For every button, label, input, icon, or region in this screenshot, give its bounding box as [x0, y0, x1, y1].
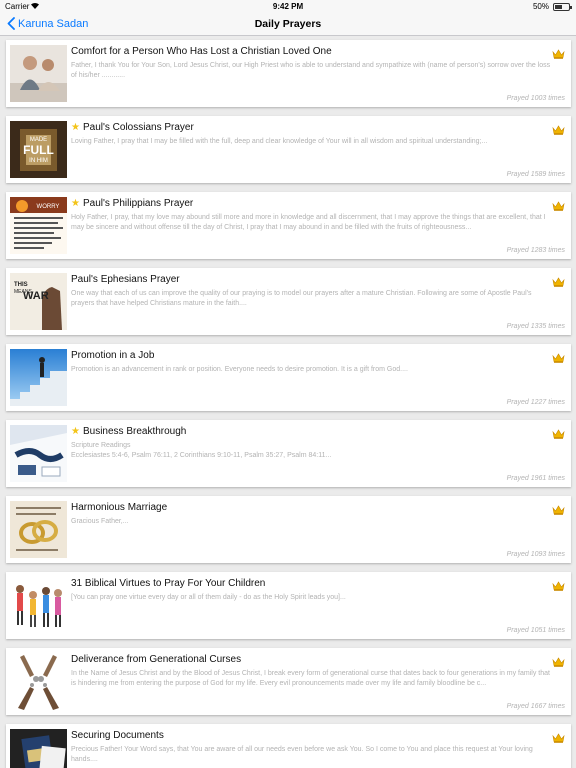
prayer-title-text: Harmonious Marriage	[71, 502, 168, 513]
crown-icon	[552, 429, 565, 439]
prayed-count: Prayed 1051 times	[506, 627, 565, 634]
battery-icon	[553, 3, 572, 11]
prayer-thumbnail	[10, 425, 67, 482]
prayer-title-text: Promotion in a Job	[71, 350, 155, 361]
prayed-count: Prayed 1283 times	[506, 247, 565, 254]
svg-text:WORRY: WORRY	[37, 204, 60, 210]
crown-icon	[552, 277, 565, 287]
prayer-title: Harmonious Marriage	[71, 502, 167, 513]
prayer-title-text: Paul's Colossians Prayer	[82, 122, 194, 133]
svg-text:IN HIM: IN HIM	[29, 158, 48, 164]
prayer-description: In the Name of Jesus Christ and by the B…	[71, 670, 550, 687]
prayer-card[interactable]: 31 Biblical Virtues to Pray For Your Chi…	[6, 572, 571, 639]
clock: 9:42 PM	[272, 2, 304, 11]
crown-icon	[552, 733, 565, 743]
prayer-title-text: Comfort for a Person Who Has Lost a Chri…	[71, 46, 332, 57]
prayer-card[interactable]: Securing Documents Precious Father! Your …	[6, 724, 571, 768]
prayed-count: Prayed 1667 times	[506, 703, 565, 710]
crown-icon	[552, 657, 565, 667]
crown-icon	[552, 353, 565, 363]
prayer-title-text: Securing Documents	[71, 730, 164, 741]
prayer-title-text: Paul's Ephesians Prayer	[71, 274, 180, 285]
prayer-title: 31 Biblical Virtues to Pray For Your Chi…	[71, 578, 265, 589]
prayer-title: ★ Business Breakthrough	[71, 426, 186, 437]
crown-icon	[552, 201, 565, 211]
prayer-thumbnail	[10, 577, 67, 634]
prayed-count: Prayed 1003 times	[506, 95, 565, 102]
prayed-count: Prayed 1961 times	[506, 475, 565, 482]
prayer-title: ★ Paul's Philippians Prayer	[71, 198, 193, 209]
prayer-description: One way that each of us can improve the …	[71, 290, 532, 307]
prayer-title-text: Deliverance from Generational Curses	[71, 654, 242, 665]
prayer-description: Gracious Father,...	[71, 518, 129, 525]
prayer-title: Deliverance from Generational Curses	[71, 654, 241, 665]
crown-icon	[552, 505, 565, 515]
prayer-title: Comfort for a Person Who Has Lost a Chri…	[71, 46, 332, 57]
crown-icon	[552, 581, 565, 591]
prayer-thumbnail: THIS MEANS WAR	[10, 273, 67, 330]
prayer-thumbnail	[10, 653, 67, 710]
prayer-thumbnail	[10, 729, 67, 768]
prayer-card[interactable]: THIS MEANS WAR Paul's Ephesians Prayer One w…	[6, 268, 571, 335]
crown-icon	[552, 125, 565, 135]
prayer-title: Promotion in a Job	[71, 350, 154, 361]
star-icon: ★	[71, 122, 80, 133]
prayer-title-text: Business Breakthrough	[82, 426, 187, 437]
prayer-title-text: Paul's Philippians Prayer	[82, 198, 194, 209]
prayer-title-text: 31 Biblical Virtues to Pray For Your Chi…	[71, 578, 266, 589]
prayer-card[interactable]: ★ Business Breakthrough Scripture Readings…	[6, 420, 571, 487]
prayer-description: Promotion is an advancement in rank or p…	[71, 366, 408, 373]
prayer-description: [You can pray one virtue every day or al…	[71, 594, 346, 601]
prayed-count: Prayed 1589 times	[506, 171, 565, 178]
prayer-thumbnail	[10, 501, 67, 558]
prayer-thumbnail	[10, 349, 67, 406]
prayer-card[interactable]: Comfort for a Person Who Has Lost a Chri…	[6, 40, 571, 107]
star-icon: ★	[71, 426, 80, 437]
prayed-count: Prayed 1093 times	[506, 551, 565, 558]
prayed-count: Prayed 1335 times	[506, 323, 565, 330]
prayer-description: Holy Father, I pray, that my love may ab…	[71, 214, 546, 231]
prayer-list[interactable]: Comfort for a Person Who Has Lost a Chri…	[0, 37, 576, 768]
svg-text:THIS: THIS	[14, 282, 28, 288]
battery-percent: 50%	[532, 2, 549, 11]
prayer-description: Father, I thank You for Your Son, Lord J…	[71, 62, 551, 79]
page-title: Daily Prayers	[254, 18, 322, 30]
prayer-thumbnail: WORRY	[10, 197, 67, 254]
navigation-bar: Karuna Sadan Daily Prayers	[0, 14, 576, 36]
prayer-card[interactable]: Deliverance from Generational Curses In t…	[6, 648, 571, 715]
prayer-thumbnail	[10, 45, 67, 102]
prayer-card[interactable]: MADE FULL IN HIM ★ Paul's Colossians Prayer L…	[6, 116, 571, 183]
prayer-title: Paul's Ephesians Prayer	[71, 274, 180, 285]
prayer-card[interactable]: Promotion in a Job Promotion is an advanc…	[6, 344, 571, 411]
prayed-count: Prayed 1227 times	[506, 399, 565, 406]
prayer-description: Precious Father! Your Word says, that Yo…	[71, 746, 533, 763]
star-icon: ★	[71, 198, 80, 209]
prayer-description: Scripture Readings Ecclesiastes 5:4-6, P…	[71, 442, 332, 459]
prayer-thumbnail: MADE FULL IN HIM	[10, 121, 67, 178]
prayer-card[interactable]: Harmonious Marriage Gracious Father,... Pr…	[6, 496, 571, 563]
prayer-title: Securing Documents	[71, 730, 164, 741]
prayer-title: ★ Paul's Colossians Prayer	[71, 122, 194, 133]
svg-text:FULL: FULL	[23, 143, 54, 157]
status-bar: Carrier 9:42 PM 50%	[0, 0, 576, 14]
prayer-description: Loving Father, I pray that I may be fill…	[71, 138, 488, 145]
prayer-card[interactable]: WORRY ★ Paul's Philippians Prayer Holy Fath…	[6, 192, 571, 259]
svg-text:WAR: WAR	[23, 290, 49, 302]
crown-icon	[552, 49, 565, 59]
